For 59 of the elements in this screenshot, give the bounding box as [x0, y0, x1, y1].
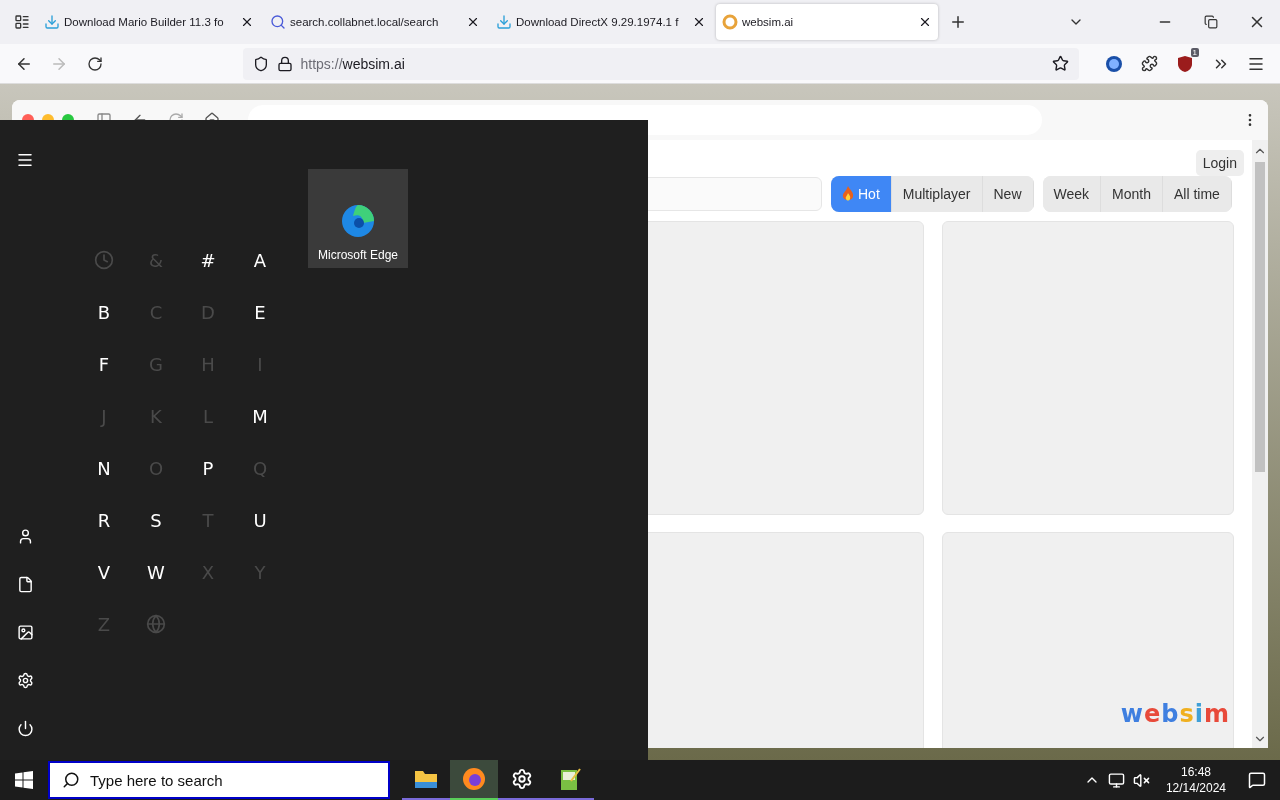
tab-title: Download Mario Builder 11.3 fo — [64, 16, 225, 28]
shield-extension-icon[interactable] — [1177, 54, 1194, 73]
browser-tab[interactable]: websim.ai — [716, 4, 938, 40]
tab-title: websim.ai — [742, 16, 795, 28]
firefox-icon — [462, 767, 486, 791]
tab-title: search.collabnet.local/search — [290, 16, 440, 28]
bookmark-icon[interactable] — [1051, 55, 1069, 72]
browser-tab[interactable]: search.collabnet.local/search — [264, 4, 486, 40]
websim-logo: websim — [1120, 700, 1230, 728]
url-text: https://websim.ai — [300, 55, 405, 72]
site-icon — [722, 14, 738, 30]
index-letter[interactable]: M — [234, 390, 286, 442]
search-icon — [270, 14, 286, 30]
flame-icon — [842, 186, 854, 202]
time-tab[interactable]: Week — [1042, 176, 1102, 212]
extension-badge: 1 — [1190, 47, 1199, 57]
browser-tab[interactable]: Download DirectX 9.29.1974.1 f — [490, 4, 712, 40]
index-letter[interactable]: R — [78, 494, 130, 546]
index-letter[interactable]: S — [130, 494, 182, 546]
close-icon[interactable] — [466, 15, 480, 29]
index-letter[interactable]: # — [182, 234, 234, 286]
muted-volume-icon[interactable] — [1132, 771, 1150, 789]
notepad-icon — [559, 767, 581, 791]
search-icon — [62, 771, 80, 789]
network-icon[interactable] — [1107, 771, 1125, 789]
download-icon — [44, 14, 60, 30]
close-icon[interactable] — [692, 15, 706, 29]
feed-tab[interactable]: Hot — [831, 176, 892, 212]
shield-icon — [252, 55, 269, 72]
app-tile[interactable]: Microsoft Edge — [308, 169, 408, 268]
index-letter[interactable]: U — [234, 494, 286, 546]
index-letter[interactable]: F — [78, 338, 130, 390]
lock-icon — [276, 55, 293, 72]
index-letter[interactable]: P — [182, 442, 234, 494]
notifications-icon[interactable] — [1248, 771, 1266, 789]
folder-icon — [414, 768, 438, 790]
index-letter[interactable]: V — [78, 546, 130, 598]
tile-label: Microsoft Edge — [317, 248, 398, 262]
close-icon[interactable] — [240, 15, 254, 29]
index-letter[interactable]: N — [78, 442, 130, 494]
clock-time: 16:48 — [1180, 765, 1211, 779]
tab-title: Download DirectX 9.29.1974.1 f — [516, 16, 680, 28]
close-icon[interactable] — [918, 15, 932, 29]
clock-date: 12/14/2024 — [1165, 781, 1226, 795]
windows-logo-icon — [15, 771, 33, 789]
search-placeholder: Type here to search — [90, 771, 223, 789]
scrollbar[interactable] — [1252, 140, 1268, 748]
settings-icon — [511, 768, 533, 790]
index-letter[interactable]: A — [234, 234, 286, 286]
edge-icon — [341, 204, 375, 238]
index-letter[interactable]: E — [234, 286, 286, 338]
index-letter[interactable]: B — [78, 286, 130, 338]
browser-tab[interactable]: Download Mario Builder 11.3 fo — [38, 4, 260, 40]
taskbar-search-field[interactable]: Type here to search — [48, 761, 390, 799]
index-letter[interactable]: W — [130, 546, 182, 598]
taskbar-clock[interactable]: 16:48 12/14/2024 — [1157, 765, 1234, 795]
download-icon — [496, 14, 512, 30]
address-field[interactable]: https://websim.ai — [242, 47, 1079, 80]
login-button[interactable]: Login — [1195, 150, 1244, 176]
